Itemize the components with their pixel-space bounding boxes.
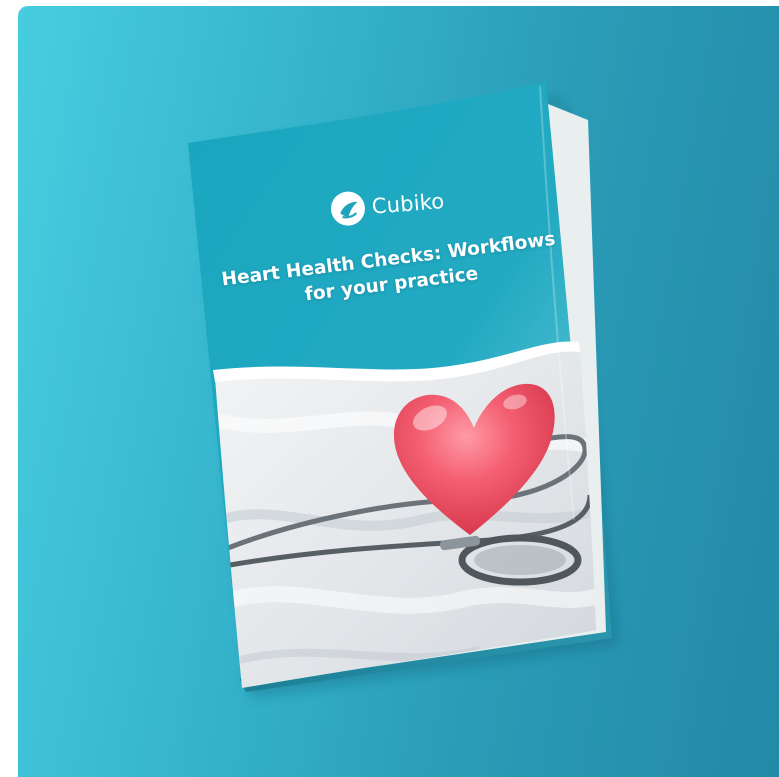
brochure-illustration xyxy=(188,82,618,698)
brand-name: Cubiko xyxy=(370,189,446,219)
cubiko-logo-icon xyxy=(330,191,365,226)
